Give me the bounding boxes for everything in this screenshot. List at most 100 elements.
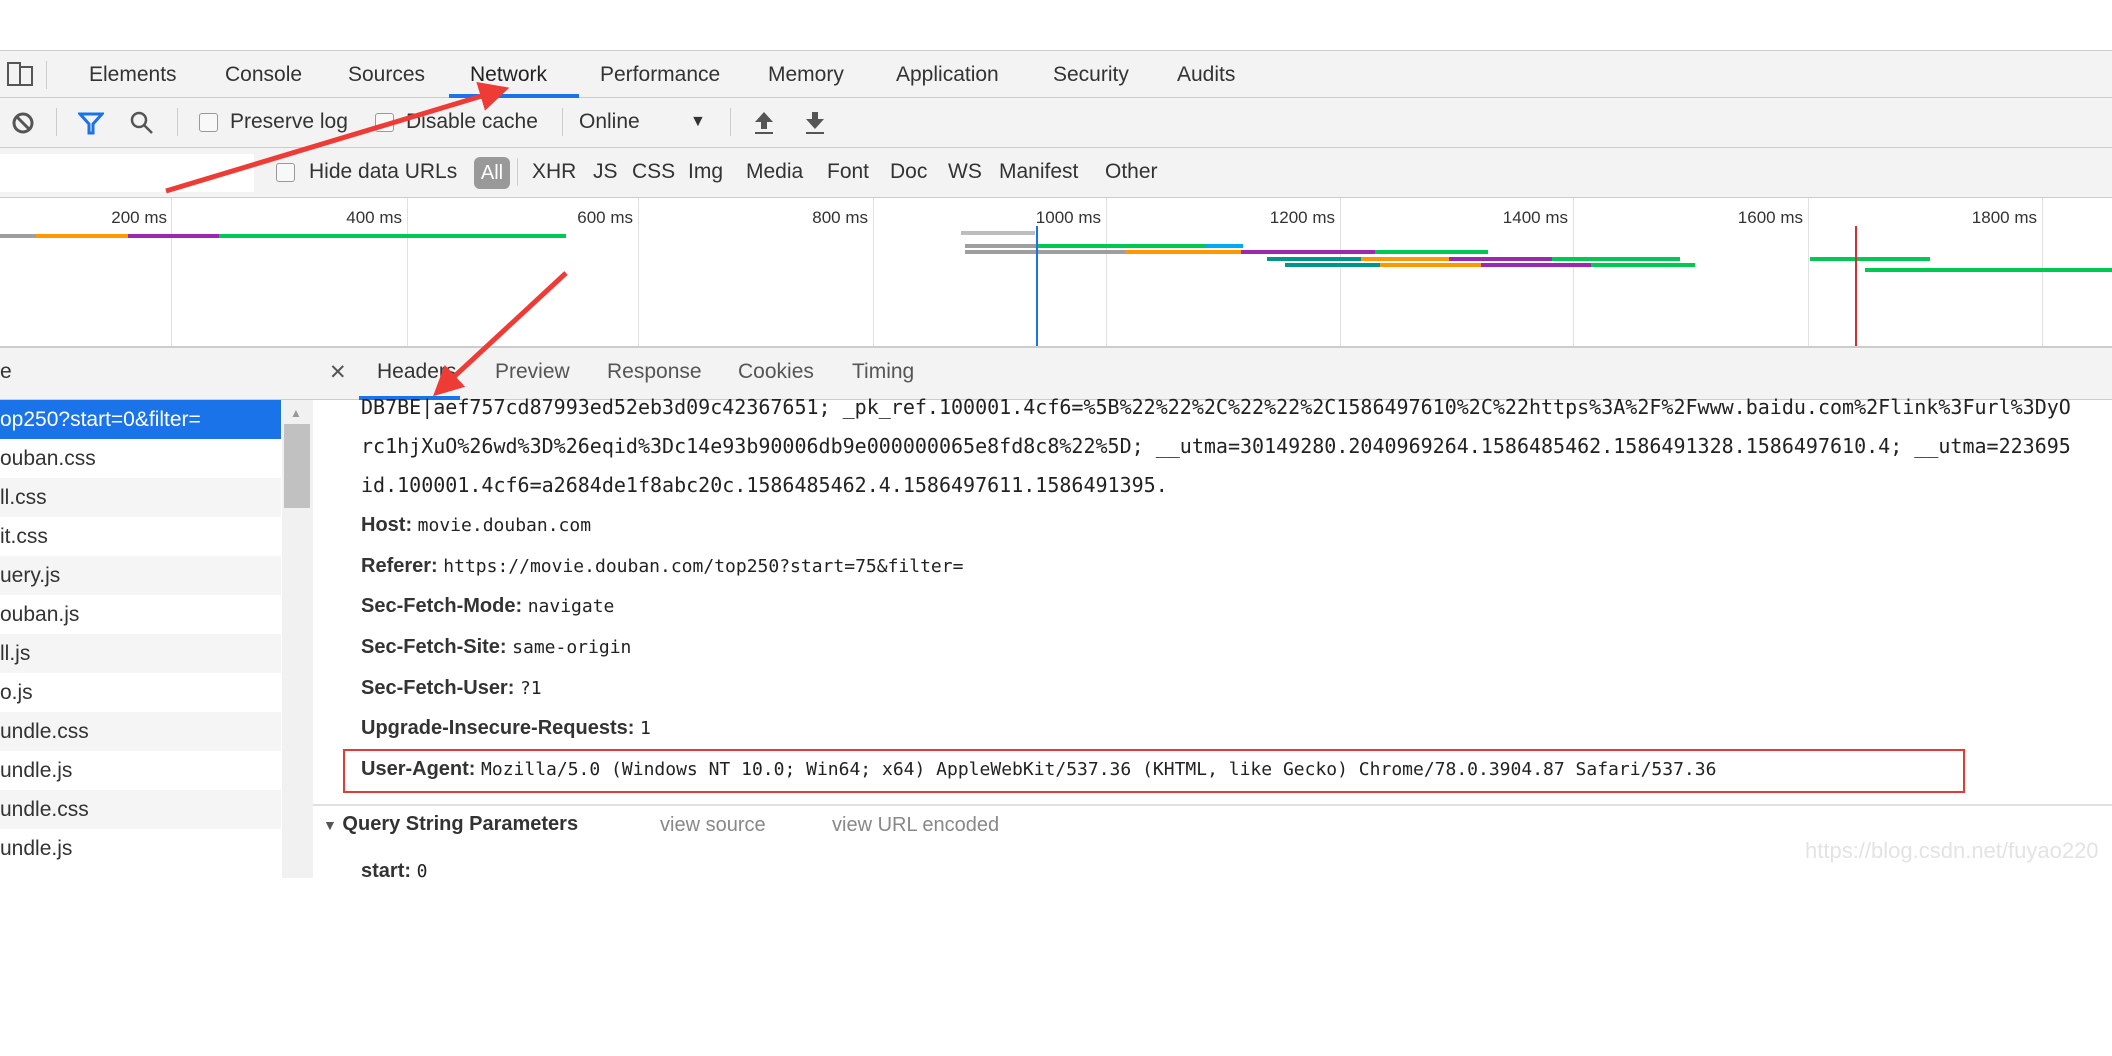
view-url-encoded-link[interactable]: view URL encoded xyxy=(832,814,999,837)
request-row[interactable]: undle.css xyxy=(0,712,281,751)
request-details: ✕ Headers Preview Response Cookies Timin… xyxy=(313,348,2112,882)
tab-application[interactable]: Application xyxy=(896,63,999,87)
load-event-marker xyxy=(1854,226,1857,346)
import-har-upload-icon[interactable] xyxy=(752,110,776,136)
disable-cache-label: Disable cache xyxy=(406,110,538,133)
timeline-bar xyxy=(1267,257,1362,261)
tab-memory[interactable]: Memory xyxy=(768,63,844,87)
timeline-bar xyxy=(1206,244,1243,248)
name-column-header[interactable]: e xyxy=(0,348,313,400)
request-row[interactable]: o.js xyxy=(0,673,281,712)
tab-headers[interactable]: Headers xyxy=(377,360,456,384)
divider xyxy=(730,108,731,136)
header-value: navigate xyxy=(527,596,615,617)
export-har-download-icon[interactable] xyxy=(803,110,827,136)
header-value: ?1 xyxy=(519,678,542,699)
request-row[interactable]: ouban.css xyxy=(0,439,281,478)
request-row-selected[interactable]: op250?start=0&filter= xyxy=(0,400,281,439)
timeline-bar xyxy=(1361,257,1450,261)
filter-type-all[interactable]: All xyxy=(474,157,510,189)
tab-security[interactable]: Security xyxy=(1053,63,1129,87)
request-row[interactable]: ouban.js xyxy=(0,595,281,634)
timeline-bar xyxy=(219,234,567,238)
filter-type-ws[interactable]: WS xyxy=(948,160,982,184)
collapse-triangle-icon: ▼ xyxy=(323,817,337,833)
filter-type-img[interactable]: Img xyxy=(688,160,723,184)
request-row[interactable]: undle.css xyxy=(0,790,281,829)
request-row[interactable]: it.css xyxy=(0,517,281,556)
watermark: https://blog.csdn.net/fuyao220 xyxy=(1805,838,2099,863)
tab-cookies[interactable]: Cookies xyxy=(738,360,814,384)
throttling-select[interactable]: Online xyxy=(579,110,640,134)
timeline-bar xyxy=(1379,263,1481,267)
clear-block-icon[interactable] xyxy=(11,111,35,135)
timeline-bar xyxy=(1552,257,1680,261)
tab-sources[interactable]: Sources xyxy=(348,63,425,87)
timeline-bar xyxy=(1125,250,1242,254)
filter-icon[interactable] xyxy=(78,111,104,135)
filter-type-js[interactable]: JS xyxy=(593,160,618,184)
timeline-bar xyxy=(1241,250,1376,254)
timeline-bar xyxy=(961,231,1036,235)
timeline-bar xyxy=(1590,263,1696,267)
request-row[interactable]: undle.js xyxy=(0,751,281,790)
timeline-bar xyxy=(36,234,128,238)
scrollbar-thumb[interactable] xyxy=(284,424,310,508)
tab-preview[interactable]: Preview xyxy=(495,360,570,384)
filter-type-doc[interactable]: Doc xyxy=(890,160,927,184)
preserve-log-label: Preserve log xyxy=(230,110,348,133)
timeline-bar xyxy=(964,244,1038,248)
param-key: start: xyxy=(361,860,412,882)
close-icon[interactable]: ✕ xyxy=(329,360,347,385)
query-param: start: 0 xyxy=(361,860,427,883)
dropdown-arrow-icon[interactable]: ▼ xyxy=(690,113,706,131)
request-row[interactable]: undle.js xyxy=(0,829,281,868)
timeline-bar xyxy=(1865,268,2112,272)
header-row: Sec-Fetch-Mode: navigate xyxy=(361,595,614,618)
cookie-line: id.100001.4cf6=a2684de1f8abc20c.15864854… xyxy=(361,473,1168,497)
timeline-overview[interactable]: 200 ms 400 ms 600 ms 800 ms 1000 ms 1200… xyxy=(0,198,2112,348)
tab-performance[interactable]: Performance xyxy=(600,63,720,87)
view-source-link[interactable]: view source xyxy=(660,814,766,837)
query-string-section-header[interactable]: ▼ Query String Parameters xyxy=(323,813,578,836)
filter-type-other[interactable]: Other xyxy=(1105,160,1158,184)
cookie-line: rc1hjXuO%26wd%3D%26eqid%3Dc14e93b90006db… xyxy=(361,434,2071,458)
tab-console[interactable]: Console xyxy=(225,63,302,87)
column-header-label: e xyxy=(0,360,12,383)
tab-network[interactable]: Network xyxy=(470,63,547,87)
device-toolbar-icon[interactable] xyxy=(6,61,36,89)
request-row[interactable]: ll.css xyxy=(0,478,281,517)
header-key: Referer: xyxy=(361,555,438,577)
devtools-tab-bar: Elements Console Sources Network Perform… xyxy=(0,50,2112,98)
details-tab-bar: ✕ Headers Preview Response Cookies Timin… xyxy=(313,348,2112,400)
hide-data-urls-checkbox[interactable] xyxy=(276,163,295,182)
filter-type-xhr[interactable]: XHR xyxy=(532,160,576,184)
request-list: e op250?start=0&filter= ouban.css ll.css it… xyxy=(0,348,314,878)
divider xyxy=(517,158,518,186)
request-rows: op250?start=0&filter= ouban.css ll.css it.c… xyxy=(0,400,313,878)
request-row[interactable]: uery.js xyxy=(0,556,281,595)
tab-timing[interactable]: Timing xyxy=(852,360,914,384)
tab-audits[interactable]: Audits xyxy=(1177,63,1235,87)
timeline-bar xyxy=(0,234,37,238)
preserve-log-checkbox[interactable] xyxy=(199,113,218,132)
timeline-bar xyxy=(1375,250,1488,254)
filter-type-media[interactable]: Media xyxy=(746,160,803,184)
filter-type-font[interactable]: Font xyxy=(827,160,869,184)
disable-cache-checkbox[interactable] xyxy=(375,113,394,132)
filter-type-css[interactable]: CSS xyxy=(632,160,675,184)
request-row[interactable]: ll.js xyxy=(0,634,281,673)
scroll-up-arrow-icon[interactable]: ▲ xyxy=(290,406,302,420)
header-key: Sec-Fetch-Mode: xyxy=(361,595,523,617)
scrollbar-track[interactable]: ▲ xyxy=(282,400,313,878)
search-icon[interactable] xyxy=(129,110,155,136)
section-title: Query String Parameters xyxy=(342,813,579,835)
divider xyxy=(562,108,563,136)
tab-elements[interactable]: Elements xyxy=(89,63,177,87)
header-value: https://movie.douban.com/top250?start=75… xyxy=(443,556,964,577)
cookie-line: DB7BE|aef757cd87993ed52eb3d09c42367651; … xyxy=(361,395,2071,419)
timeline-bar xyxy=(1810,257,1930,261)
filter-input[interactable] xyxy=(0,154,254,192)
filter-type-manifest[interactable]: Manifest xyxy=(999,160,1078,184)
tab-response[interactable]: Response xyxy=(607,360,702,384)
